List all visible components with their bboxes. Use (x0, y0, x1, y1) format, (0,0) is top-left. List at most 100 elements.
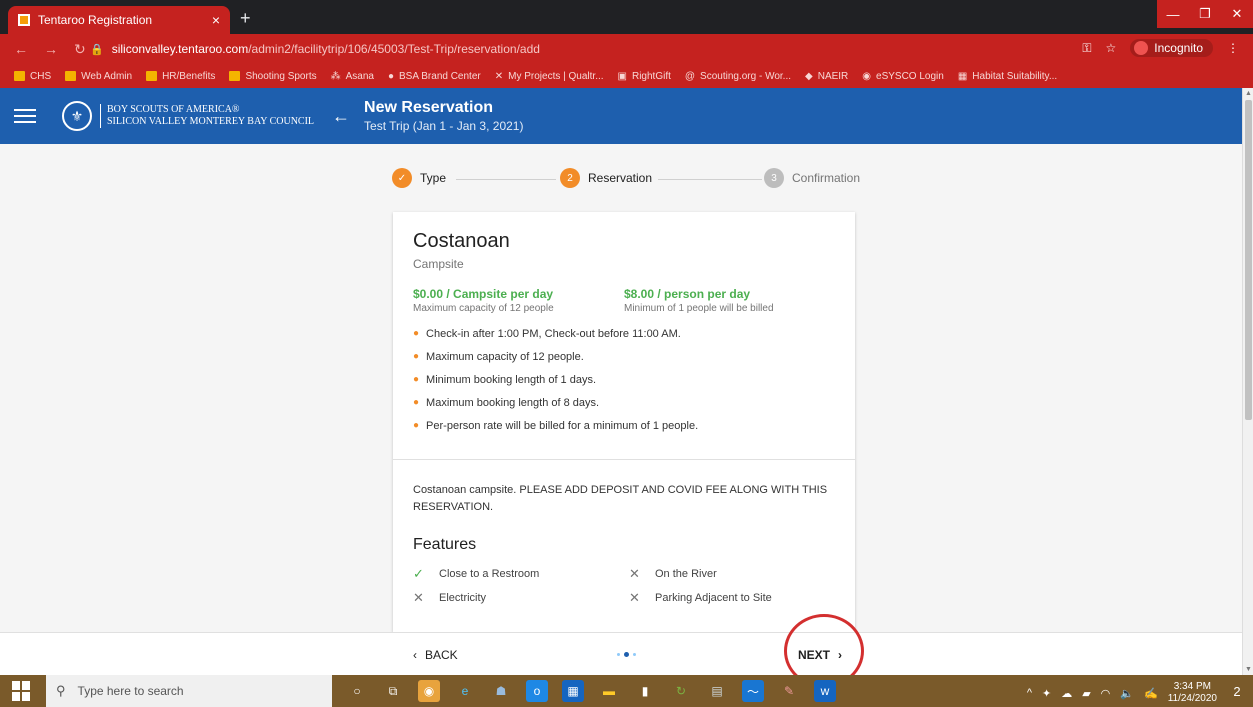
site-description: Costanoan campsite. PLEASE ADD DEPOSIT A… (413, 484, 828, 513)
browser-tab-strip: Tentaroo Registration × + — ❐ ✕ (0, 0, 1253, 34)
bookmark-item[interactable]: ▦ Habitat Suitability... (958, 71, 1057, 82)
browser-tab[interactable]: Tentaroo Registration × (8, 6, 230, 34)
folder-icon (65, 71, 77, 81)
browser-toolbar: ← → ↻ 🔒 siliconvalley.tentaroo.com/admin… (0, 34, 1253, 64)
chevron-up-icon[interactable]: ^ (1027, 687, 1032, 699)
calculator-icon[interactable]: ▤ (706, 680, 728, 702)
bookmark-item[interactable]: @ Scouting.org - Wor... (685, 71, 791, 82)
list-item: ● Maximum capacity of 12 people. (413, 350, 584, 363)
task-view-icon[interactable]: ⧉ (382, 680, 404, 702)
bsa-fleur-de-lis-icon: ⚜ (62, 101, 92, 131)
scroll-up-icon[interactable]: ▲ (1244, 90, 1253, 97)
system-tray: ^ ✦ ☁ ▰ ◠ 🔈 ✍ 3:34 PM 11/24/2020 (1027, 681, 1217, 705)
tab-close-icon[interactable]: × (212, 12, 220, 28)
bullet-icon: ● (413, 397, 420, 408)
features-grid: ✓ Close to a Restroom ✕ On the River ✕ Elec… (413, 566, 835, 606)
lock-icon: 🔒 (90, 43, 104, 56)
step-connector (658, 179, 762, 180)
dropbox-icon[interactable]: ✦ (1042, 687, 1051, 700)
bookmark-item[interactable]: Shooting Sports (229, 71, 317, 82)
bookmark-item[interactable]: HR/Benefits (146, 71, 215, 82)
bookmark-item[interactable]: ● BSA Brand Center (388, 71, 481, 82)
menu-dots-icon[interactable]: ⋮ (1227, 41, 1239, 55)
bookmark-item[interactable]: ▣ RightGift (618, 71, 671, 82)
tab-title: Tentaroo Registration (38, 13, 153, 27)
key-icon[interactable]: ⚿ (1082, 41, 1091, 56)
chrome-icon[interactable]: ◉ (418, 680, 440, 702)
word-icon[interactable]: w (814, 680, 836, 702)
next-button[interactable]: NEXT › (798, 648, 842, 662)
back-nav-icon[interactable]: ← (14, 41, 28, 58)
bookmark-item[interactable]: ◉ eSYSCO Login (862, 71, 944, 82)
address-bar[interactable]: 🔒 siliconvalley.tentaroo.com/admin2/faci… (90, 38, 1130, 60)
bullet-icon: ● (413, 374, 420, 385)
wifi-icon[interactable]: ◠ (1101, 687, 1111, 700)
back-arrow-icon[interactable]: ← (332, 106, 350, 127)
edge-icon[interactable]: e (454, 680, 476, 702)
incognito-badge[interactable]: Incognito (1130, 39, 1213, 57)
reload-icon[interactable]: ↻ (74, 41, 86, 58)
app-icon[interactable]: ▦ (562, 680, 584, 702)
forward-nav-icon[interactable]: → (44, 41, 58, 58)
site-rules-list: ● Check-in after 1:00 PM, Check-out befor… (413, 322, 835, 437)
tentaroo-favicon-icon (18, 14, 30, 26)
back-button[interactable]: ‹ BACK (413, 648, 458, 662)
restore-icon[interactable]: ❐ (1189, 0, 1221, 28)
taskbar-search[interactable]: ⚲ Type here to search (46, 675, 332, 707)
campsite-rate: $0.00 / Campsite per day Maximum capacit… (413, 287, 554, 314)
rate-row: $0.00 / Campsite per day Maximum capacit… (413, 287, 835, 314)
bookmark-item[interactable]: Web Admin (65, 71, 132, 82)
list-item: ● Check-in after 1:00 PM, Check-out befor… (413, 327, 681, 340)
bookmark-item[interactable]: ⁂ Asana (331, 71, 374, 82)
bookmark-item[interactable]: ✕ My Projects | Qualtr... (495, 71, 604, 82)
brand-center-icon: ● (387, 70, 395, 82)
scroll-thumb[interactable] (1245, 100, 1252, 420)
step-reservation: 2 Reservation (560, 168, 652, 188)
pen-icon[interactable]: ✍ (1144, 687, 1158, 700)
taskbar-clock[interactable]: 3:34 PM 11/24/2020 (1168, 681, 1217, 705)
hamburger-menu-icon[interactable] (14, 109, 36, 123)
page-scrollbar[interactable]: ▲ ▼ (1242, 88, 1253, 675)
scroll-down-icon[interactable]: ▼ (1244, 666, 1253, 673)
new-tab-icon[interactable]: + (240, 8, 251, 29)
council-name: BOY SCOUTS OF AMERICA® SILICON VALLEY MO… (100, 104, 314, 128)
url-path: /admin2/facilitytrip/106/45003/Test-Trip… (248, 42, 540, 56)
outlook-icon[interactable]: o (526, 680, 548, 702)
cortana-icon[interactable]: ○ (346, 680, 368, 702)
check-icon: ✓ (392, 168, 412, 188)
star-icon[interactable]: ☆ (1106, 41, 1117, 55)
file-icon[interactable]: ▮ (634, 680, 656, 702)
close-window-icon[interactable]: ✕ (1221, 0, 1253, 28)
page-dots (617, 652, 636, 657)
minimize-icon[interactable]: — (1157, 0, 1189, 28)
sync-icon[interactable]: ↻ (670, 680, 692, 702)
windows-start-icon[interactable] (12, 681, 32, 701)
incognito-label: Incognito (1154, 41, 1203, 55)
feature-item: ✕ On the River (629, 566, 717, 581)
onedrive-icon[interactable]: ☁ (1061, 687, 1072, 700)
bullet-icon: ● (413, 328, 420, 339)
network-icon[interactable]: ▰ (1082, 687, 1090, 700)
file-explorer-icon[interactable]: ▬ (598, 680, 620, 702)
cross-icon: ✕ (629, 590, 640, 605)
list-item: ● Per-person rate will be billed for a mi… (413, 419, 699, 432)
bookmark-item[interactable]: ◆ NAEIR (805, 71, 848, 82)
volume-icon[interactable]: 🔈 (1120, 687, 1134, 700)
chevron-left-icon: ‹ (413, 648, 417, 662)
paint-icon[interactable]: ✎ (778, 680, 800, 702)
trip-subtitle: Test Trip (Jan 1 - Jan 3, 2021) (364, 119, 524, 133)
asana-icon: ⁂ (330, 70, 341, 82)
step-connector (456, 179, 556, 180)
site-name: Costanoan (413, 230, 510, 252)
list-item: ● Maximum booking length of 8 days. (413, 396, 600, 409)
app-header: ⚜ BOY SCOUTS OF AMERICA® SILICON VALLEY … (0, 88, 1242, 144)
folder-icon (229, 71, 241, 81)
whiteboard-icon[interactable]: 〜 (742, 680, 764, 702)
folder-icon (14, 71, 25, 81)
notification-center-icon[interactable]: 2 (1227, 681, 1247, 701)
step-label: Confirmation (792, 171, 861, 185)
bookmark-item[interactable]: CHS (14, 71, 51, 82)
habitat-icon: ▦ (957, 70, 968, 82)
scouting-icon: @ (684, 70, 696, 82)
teams-icon[interactable]: ☗ (490, 680, 512, 702)
